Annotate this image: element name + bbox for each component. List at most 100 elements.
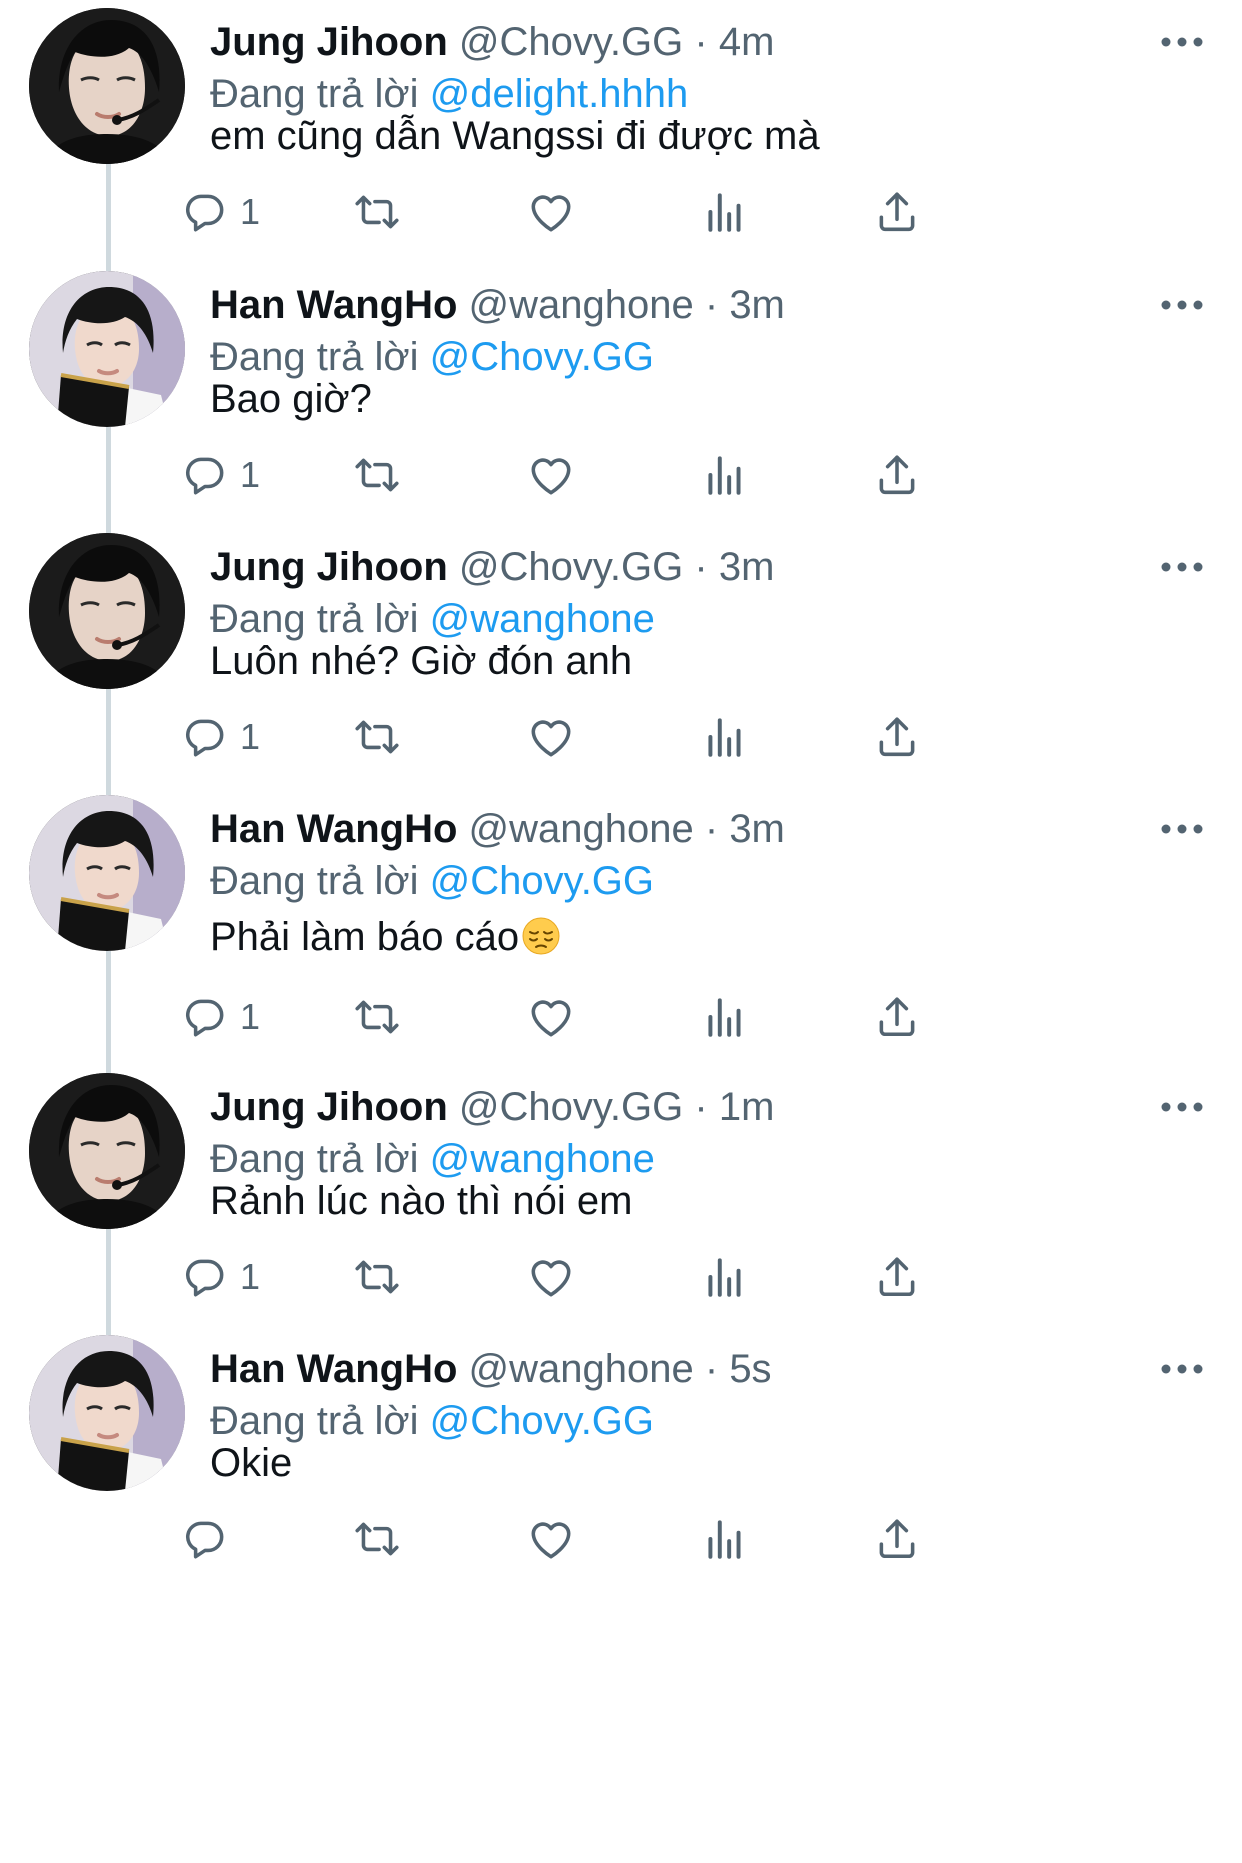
timestamp[interactable]: 3m bbox=[729, 283, 785, 327]
share-button[interactable] bbox=[872, 184, 922, 240]
reply-icon bbox=[180, 187, 230, 237]
tweet-text: Okie bbox=[210, 1437, 292, 1489]
avatar[interactable] bbox=[29, 1335, 185, 1491]
reply-count: 1 bbox=[240, 716, 261, 757]
reply-mention-link[interactable]: @Chovy.GG bbox=[430, 335, 654, 379]
tweet-text-content: Bao giờ? bbox=[210, 377, 372, 421]
like-icon bbox=[526, 712, 576, 762]
avatar[interactable] bbox=[29, 795, 185, 951]
share-icon bbox=[872, 450, 922, 500]
timestamp[interactable]: 4m bbox=[719, 20, 775, 64]
display-name[interactable]: Jung Jihoon bbox=[210, 20, 448, 64]
user-handle[interactable]: @wanghone bbox=[469, 807, 694, 851]
timestamp[interactable]: 5s bbox=[729, 1347, 771, 1391]
display-name[interactable]: Jung Jihoon bbox=[210, 545, 448, 589]
more-options-icon[interactable] bbox=[1152, 30, 1212, 54]
views-button[interactable] bbox=[700, 709, 750, 765]
user-handle[interactable]: @wanghone bbox=[469, 283, 694, 327]
reply-mention-link[interactable]: @Chovy.GG bbox=[430, 1399, 654, 1443]
share-icon bbox=[872, 1252, 922, 1302]
tweet-text-content: Phải làm báo cáo bbox=[210, 915, 520, 959]
user-handle[interactable]: @wanghone bbox=[469, 1347, 694, 1391]
user-handle[interactable]: @Chovy.GG bbox=[459, 20, 683, 64]
share-button[interactable] bbox=[872, 709, 922, 765]
display-name[interactable]: Han WangHo bbox=[210, 1347, 457, 1391]
retweet-icon bbox=[352, 1514, 402, 1564]
display-name[interactable]: Han WangHo bbox=[210, 807, 457, 851]
timestamp[interactable]: 3m bbox=[719, 545, 775, 589]
tweet[interactable]: Jung Jihoon @Chovy.GG · 3m Đang trả lời @… bbox=[0, 533, 1242, 795]
tweet[interactable]: Han WangHo @wanghone · 3m Đang trả lời @C… bbox=[0, 271, 1242, 533]
avatar[interactable] bbox=[29, 1073, 185, 1229]
reply-button[interactable]: 1 bbox=[180, 447, 260, 503]
like-button[interactable] bbox=[526, 184, 576, 240]
tweet-text: em cũng dẫn Wangssi đi được mà bbox=[210, 110, 820, 162]
tweet-text-content: Luôn nhé? Giờ đón anh bbox=[210, 639, 633, 683]
like-button[interactable] bbox=[526, 709, 576, 765]
separator-dot: · bbox=[694, 20, 708, 64]
tweet-text-content: Okie bbox=[210, 1441, 293, 1485]
tweet[interactable]: Han WangHo @wanghone · 5s Đang trả lời @C… bbox=[0, 1335, 1242, 1863]
tweet-header: Han WangHo @wanghone · 3m bbox=[210, 279, 785, 331]
tweet-header: Jung Jihoon @Chovy.GG · 3m bbox=[210, 541, 774, 593]
retweet-button[interactable] bbox=[352, 447, 402, 503]
tweet-actions bbox=[185, 1511, 1130, 1567]
tweet[interactable]: Jung Jihoon @Chovy.GG · 1m Đang trả lời @… bbox=[0, 1073, 1242, 1335]
share-button[interactable] bbox=[872, 447, 922, 503]
tweet-text-content: Rảnh lúc nào thì nói em bbox=[210, 1179, 633, 1223]
avatar[interactable] bbox=[29, 533, 185, 689]
views-button[interactable] bbox=[700, 184, 750, 240]
reply-button[interactable] bbox=[180, 1511, 230, 1567]
timestamp[interactable]: 1m bbox=[719, 1085, 775, 1129]
reply-button[interactable]: 1 bbox=[180, 1249, 260, 1305]
like-icon bbox=[526, 450, 576, 500]
share-button[interactable] bbox=[872, 1249, 922, 1305]
tweet-actions: 1 bbox=[185, 184, 1130, 240]
tweet[interactable]: Han WangHo @wanghone · 3m Đang trả lời @C… bbox=[0, 795, 1242, 1073]
reply-button[interactable]: 1 bbox=[180, 709, 260, 765]
reply-mention-link[interactable]: @Chovy.GG bbox=[430, 859, 654, 903]
views-button[interactable] bbox=[700, 1511, 750, 1567]
share-button[interactable] bbox=[872, 989, 922, 1045]
display-name[interactable]: Jung Jihoon bbox=[210, 1085, 448, 1129]
views-button[interactable] bbox=[700, 989, 750, 1045]
tweet-text: Bao giờ? bbox=[210, 373, 372, 425]
like-button[interactable] bbox=[526, 447, 576, 503]
more-options-icon[interactable] bbox=[1152, 1095, 1212, 1119]
more-options-icon[interactable] bbox=[1152, 555, 1212, 579]
reply-count: 1 bbox=[240, 1256, 261, 1297]
retweet-button[interactable] bbox=[352, 989, 402, 1045]
avatar[interactable] bbox=[29, 271, 185, 427]
tweet-header: Han WangHo @wanghone · 5s bbox=[210, 1343, 772, 1395]
like-button[interactable] bbox=[526, 1249, 576, 1305]
like-icon bbox=[526, 187, 576, 237]
more-options-icon[interactable] bbox=[1152, 293, 1212, 317]
views-button[interactable] bbox=[700, 1249, 750, 1305]
reply-icon bbox=[180, 1514, 230, 1564]
more-options-icon[interactable] bbox=[1152, 817, 1212, 841]
tweet-text: Phải làm báo cáo bbox=[210, 911, 561, 963]
more-options-icon[interactable] bbox=[1152, 1357, 1212, 1381]
like-button[interactable] bbox=[526, 989, 576, 1045]
separator-dot: · bbox=[694, 1085, 708, 1129]
tweet[interactable]: Jung Jihoon @Chovy.GG · 4m Đang trả lời @… bbox=[0, 8, 1242, 271]
like-button[interactable] bbox=[526, 1511, 576, 1567]
user-handle[interactable]: @Chovy.GG bbox=[459, 1085, 683, 1129]
tweet-actions: 1 bbox=[185, 989, 1130, 1045]
retweet-button[interactable] bbox=[352, 709, 402, 765]
user-handle[interactable]: @Chovy.GG bbox=[459, 545, 683, 589]
retweet-button[interactable] bbox=[352, 1249, 402, 1305]
reply-button[interactable]: 1 bbox=[180, 989, 260, 1045]
share-button[interactable] bbox=[872, 1511, 922, 1567]
views-button[interactable] bbox=[700, 447, 750, 503]
avatar[interactable] bbox=[29, 8, 185, 164]
reply-button[interactable]: 1 bbox=[180, 184, 260, 240]
timestamp[interactable]: 3m bbox=[729, 807, 785, 851]
reply-count: 1 bbox=[240, 191, 261, 232]
retweet-button[interactable] bbox=[352, 184, 402, 240]
retweet-button[interactable] bbox=[352, 1511, 402, 1567]
display-name[interactable]: Han WangHo bbox=[210, 283, 457, 327]
views-icon bbox=[700, 992, 750, 1042]
tweet-actions: 1 bbox=[185, 447, 1130, 503]
views-icon bbox=[700, 1514, 750, 1564]
